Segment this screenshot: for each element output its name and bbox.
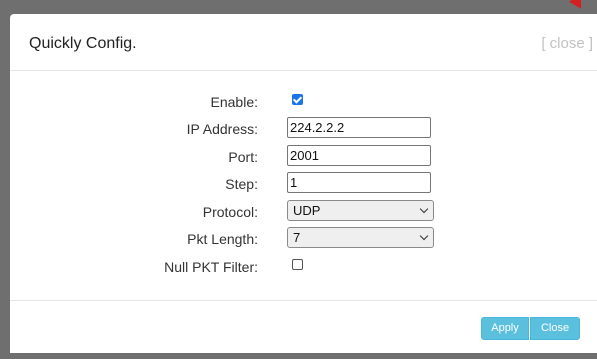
- quick-config-dialog: Quickly Config. [ close ] Enable: IP Add…: [10, 14, 597, 353]
- dialog-title: Quickly Config.: [29, 35, 137, 52]
- dialog-header: Quickly Config. [ close ]: [10, 14, 597, 71]
- close-button[interactable]: Close: [530, 317, 580, 340]
- enable-row: Enable:: [10, 90, 597, 114]
- close-link[interactable]: [ close ]: [541, 35, 593, 52]
- enable-label: Enable:: [210, 94, 258, 110]
- null-pkt-filter-label: Null PKT Filter:: [164, 259, 258, 275]
- chevron-down-icon: [419, 204, 429, 214]
- step-row: Step:: [10, 172, 597, 196]
- port-input[interactable]: [287, 145, 431, 166]
- step-label: Step:: [225, 176, 258, 192]
- pkt-length-selected-value: 7: [293, 230, 301, 245]
- port-label: Port:: [228, 149, 258, 165]
- chevron-down-icon: [419, 231, 429, 241]
- protocol-label: Protocol:: [202, 204, 258, 220]
- step-input[interactable]: [287, 172, 431, 193]
- protocol-select[interactable]: UDP: [287, 200, 434, 221]
- protocol-row: Protocol: UDP: [10, 200, 597, 224]
- corner-arrow-marker: [568, 0, 588, 9]
- ip-address-row: IP Address:: [10, 117, 597, 141]
- enable-checkbox[interactable]: [292, 94, 303, 105]
- port-row: Port:: [10, 145, 597, 169]
- pkt-length-row: Pkt Length: 7: [10, 227, 597, 251]
- protocol-selected-value: UDP: [293, 203, 321, 218]
- pkt-length-select[interactable]: 7: [287, 227, 434, 248]
- pkt-length-label: Pkt Length:: [187, 231, 258, 247]
- ip-address-input[interactable]: [287, 117, 431, 138]
- null-pkt-filter-checkbox[interactable]: [292, 259, 303, 270]
- null-pkt-filter-row: Null PKT Filter:: [10, 255, 597, 279]
- dialog-footer: Apply Close: [10, 300, 597, 354]
- ip-address-label: IP Address:: [186, 121, 258, 137]
- apply-button[interactable]: Apply: [481, 317, 529, 340]
